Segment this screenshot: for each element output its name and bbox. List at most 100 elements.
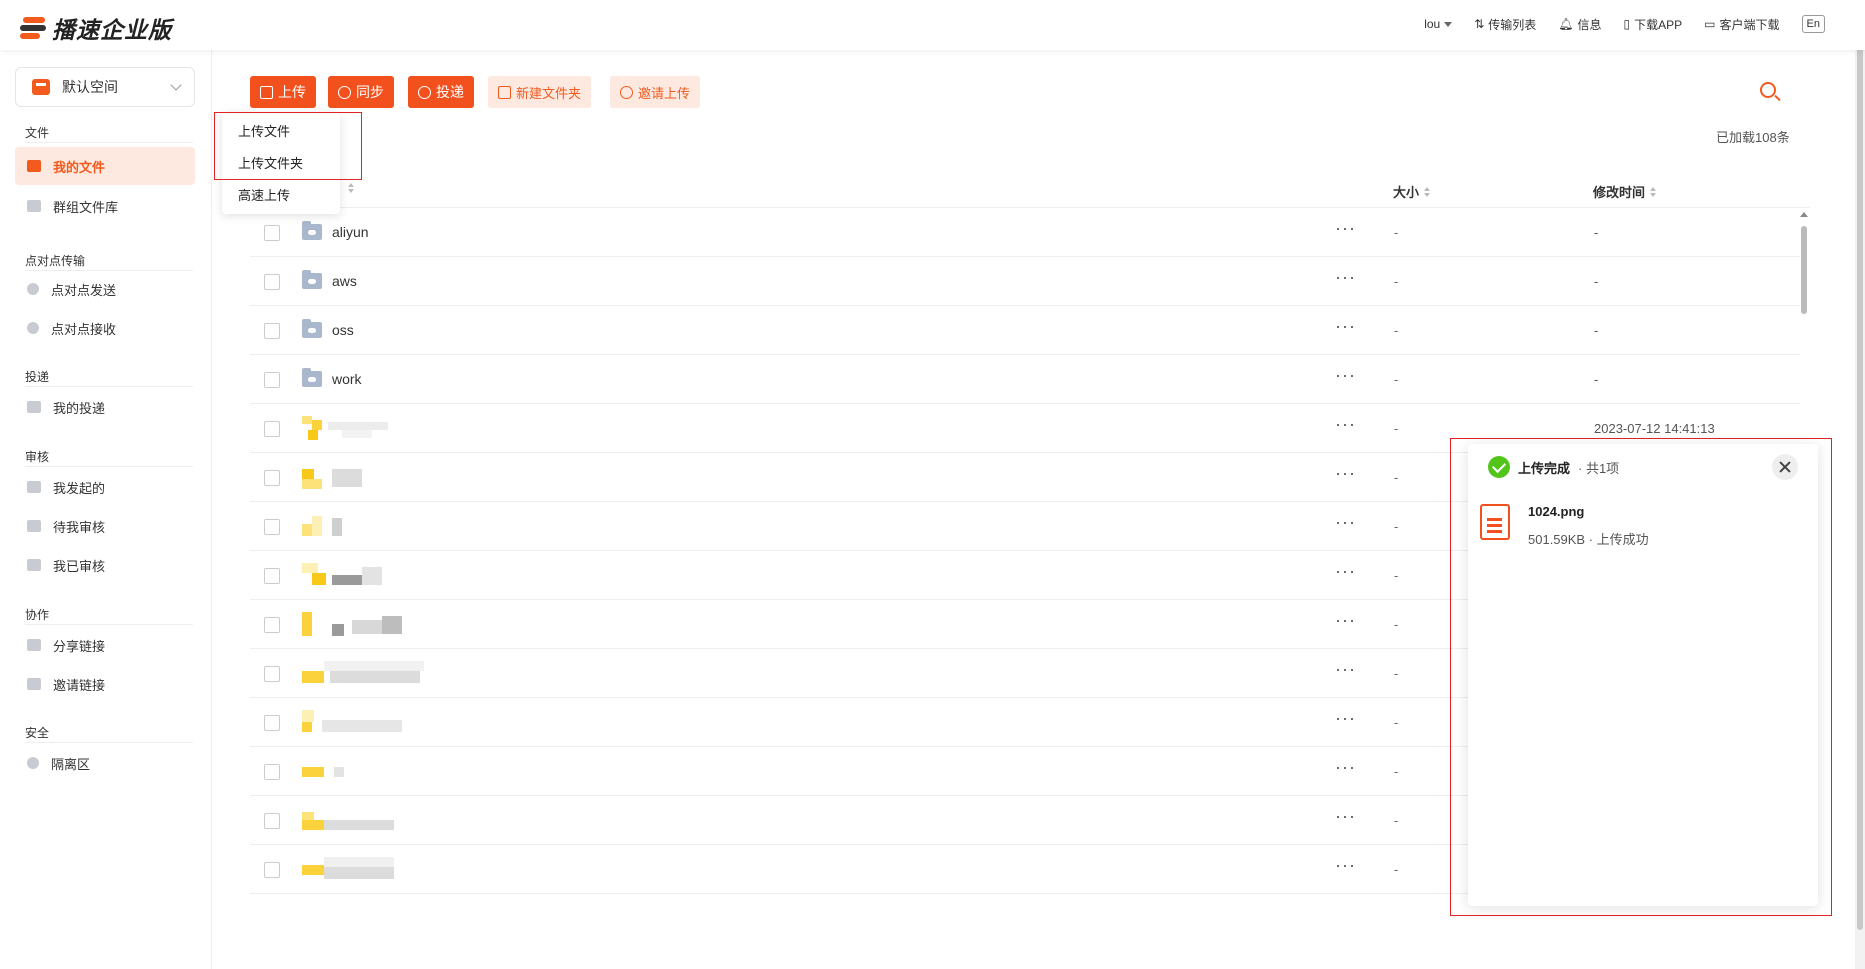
- row-checkbox[interactable]: [264, 421, 280, 437]
- row-checkbox[interactable]: [264, 470, 280, 486]
- sync-button[interactable]: 同步: [328, 76, 394, 108]
- more-actions-button[interactable]: ···: [1335, 610, 1356, 631]
- table-row[interactable]: work ··· - -: [250, 355, 1800, 404]
- table-row[interactable]: oss ··· - -: [250, 306, 1800, 355]
- more-actions-button[interactable]: ···: [1335, 218, 1356, 239]
- cloud-folder-icon: [302, 270, 322, 289]
- row-checkbox[interactable]: [264, 323, 280, 339]
- file-size: -: [1394, 323, 1399, 338]
- row-checkbox[interactable]: [264, 715, 280, 731]
- row-checkbox[interactable]: [264, 225, 280, 241]
- panel-count: · 共1项: [1578, 460, 1620, 476]
- top-bar: 播速企业版 lou ⇅ 传输列表 🔔︎ 信息 ▯ 下载APP ▭ 客户端下载 E…: [0, 0, 1865, 50]
- sidebar-item-label: 隔离区: [51, 756, 91, 772]
- column-modified[interactable]: 修改时间: [1593, 182, 1657, 201]
- sidebar-item-reviewed[interactable]: 我已审核: [15, 546, 195, 584]
- column-size[interactable]: 大小: [1393, 182, 1431, 201]
- page-scrollbar-thumb[interactable]: [1857, 30, 1863, 930]
- more-actions-button[interactable]: ···: [1335, 561, 1356, 582]
- sidebar-item-invite-links[interactable]: 邀请链接: [15, 665, 195, 703]
- language-toggle[interactable]: En: [1801, 15, 1825, 33]
- brand-mark-icon: [20, 16, 46, 40]
- divider: [25, 624, 193, 625]
- menu-item-high-speed-upload[interactable]: 高速上传: [222, 180, 340, 212]
- divider: [25, 466, 193, 467]
- more-actions-button[interactable]: ···: [1335, 708, 1356, 729]
- space-label: 默认空间: [62, 79, 118, 95]
- row-checkbox[interactable]: [264, 862, 280, 878]
- file-name[interactable]: work: [332, 371, 362, 387]
- cloud-upload-icon: [620, 85, 633, 99]
- row-checkbox[interactable]: [264, 764, 280, 780]
- more-actions-button[interactable]: ···: [1335, 316, 1356, 337]
- user-menu[interactable]: lou: [1424, 17, 1453, 31]
- more-actions-button[interactable]: ···: [1335, 365, 1356, 386]
- cloud-folder-icon: [302, 368, 322, 387]
- more-actions-button[interactable]: ···: [1335, 414, 1356, 435]
- column-size-label: 大小: [1393, 185, 1420, 200]
- pixelated-file-name: [302, 759, 462, 785]
- pixelated-file-name: [302, 710, 462, 736]
- row-checkbox[interactable]: [264, 274, 280, 290]
- sidebar-item-p2p-send[interactable]: 点对点发送: [15, 270, 195, 308]
- sidebar-item-initiated[interactable]: 我发起的: [15, 468, 195, 506]
- row-checkbox[interactable]: [264, 666, 280, 682]
- cloud-folder-icon: [302, 221, 322, 240]
- sidebar-item-label: 点对点接收: [51, 321, 117, 337]
- more-actions-button[interactable]: ···: [1335, 855, 1356, 876]
- scroll-up-arrow-icon[interactable]: [1800, 212, 1808, 217]
- section-deliver: 投递: [25, 370, 50, 384]
- more-actions-button[interactable]: ···: [1335, 806, 1356, 827]
- sidebar-item-label: 群组文件库: [53, 199, 119, 215]
- divider: [25, 386, 193, 387]
- sort-icon[interactable]: [348, 183, 354, 193]
- phone-icon: ▯: [1623, 17, 1631, 31]
- sidebar-item-share-links[interactable]: 分享链接: [15, 626, 195, 664]
- row-checkbox[interactable]: [264, 519, 280, 535]
- new-folder-button[interactable]: 新建文件夹: [488, 76, 592, 108]
- sidebar-item-label: 我已审核: [53, 558, 106, 574]
- logo[interactable]: 播速企业版: [20, 11, 172, 45]
- sidebar-item-pending-review[interactable]: 待我审核: [15, 507, 195, 545]
- section-review: 审核: [25, 450, 50, 464]
- file-name[interactable]: aws: [332, 273, 357, 289]
- sidebar-item-quarantine[interactable]: 隔离区: [15, 744, 195, 782]
- more-actions-button[interactable]: ···: [1335, 512, 1356, 533]
- sidebar-item-p2p-receive[interactable]: 点对点接收: [15, 309, 195, 347]
- messages-button[interactable]: 🔔︎ 信息: [1558, 16, 1601, 33]
- close-button[interactable]: [1772, 454, 1798, 480]
- sidebar-item-my-deliveries[interactable]: 我的投递: [15, 388, 195, 426]
- new-folder-label: 新建文件夹: [516, 85, 582, 101]
- row-checkbox[interactable]: [264, 617, 280, 633]
- invite-icon: [27, 678, 41, 690]
- download-app-button[interactable]: ▯ 下载APP: [1624, 16, 1683, 33]
- file-name[interactable]: oss: [332, 322, 354, 338]
- table-row[interactable]: aws ··· - -: [250, 257, 1800, 306]
- deliver-label: 投递: [436, 84, 464, 100]
- file-name[interactable]: aliyun: [332, 224, 369, 240]
- divider: [25, 742, 193, 743]
- deliver-button[interactable]: 投递: [408, 76, 474, 108]
- row-checkbox[interactable]: [264, 813, 280, 829]
- sidebar-item-label: 我发起的: [53, 480, 106, 496]
- file-size: -: [1394, 470, 1399, 485]
- space-selector[interactable]: 默认空间: [15, 67, 195, 107]
- transfer-list-button[interactable]: ⇅ 传输列表: [1474, 16, 1536, 33]
- invite-upload-button[interactable]: 邀请上传: [610, 76, 701, 108]
- search-icon[interactable]: [1760, 82, 1776, 98]
- deliver-icon: [418, 85, 431, 99]
- row-checkbox[interactable]: [264, 568, 280, 584]
- sidebar-item-my-files[interactable]: 我的文件: [15, 147, 195, 185]
- more-actions-button[interactable]: ···: [1335, 267, 1356, 288]
- more-actions-button[interactable]: ···: [1335, 757, 1356, 778]
- transfer-icon: ⇅: [1474, 17, 1485, 31]
- table-scrollbar-thumb[interactable]: [1801, 226, 1807, 314]
- more-actions-button[interactable]: ···: [1335, 463, 1356, 484]
- row-checkbox[interactable]: [264, 372, 280, 388]
- table-row[interactable]: aliyun ··· - -: [250, 208, 1800, 257]
- panel-header: 上传完成 · 共1项: [1488, 454, 1619, 480]
- sidebar-item-group-library[interactable]: 群组文件库: [15, 187, 195, 225]
- upload-button[interactable]: 上传: [250, 76, 316, 108]
- client-download-button[interactable]: ▭ 客户端下载: [1704, 16, 1779, 33]
- more-actions-button[interactable]: ···: [1335, 659, 1356, 680]
